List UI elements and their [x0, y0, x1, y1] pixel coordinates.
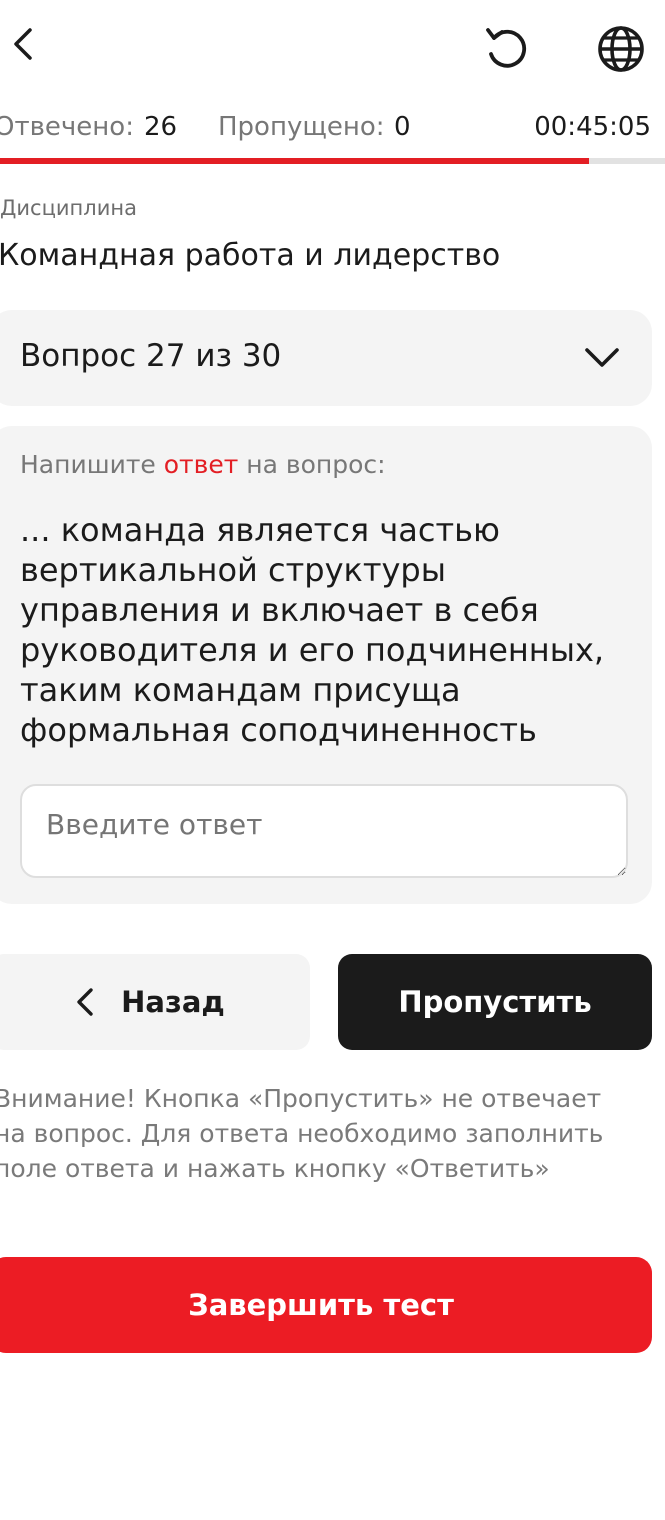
skip-label: Пропустить: [398, 985, 592, 1019]
prompt-text-after: на вопрос:: [238, 450, 386, 479]
question-card: Напишите ответ на вопрос: ... команда яв…: [0, 426, 652, 904]
skip-warning: Внимание! Кнопка «Пропустить» не отвечае…: [0, 1084, 604, 1183]
back-button[interactable]: [0, 20, 44, 68]
answer-input[interactable]: [20, 784, 628, 878]
finish-test-label: Завершить тест: [188, 1288, 454, 1322]
globe-icon: [598, 26, 644, 72]
skipped-count: 0: [394, 112, 411, 142]
back-nav-label: Назад: [121, 985, 225, 1019]
question-text: ... команда является частью вертикальной…: [20, 511, 605, 749]
discipline-label: Дисциплина: [0, 196, 137, 220]
skipped-label: Пропущено:: [218, 112, 385, 142]
chevron-left-icon: [14, 28, 32, 60]
discipline-name: Командная работа и лидерство: [0, 238, 501, 273]
question-selector[interactable]: Вопрос 27 из 30: [0, 310, 652, 406]
question-number: Вопрос 27 из 30: [20, 338, 282, 374]
timer: 00:45:05: [534, 112, 651, 142]
chevron-left-icon: [77, 988, 93, 1016]
reset-button[interactable]: [480, 22, 534, 76]
answered-label: Отвечено:: [0, 112, 134, 142]
answered-count: 26: [144, 112, 178, 142]
question-prompt: Напишите ответ на вопрос:: [20, 450, 386, 479]
prompt-text-before: Напишите: [20, 450, 164, 479]
rotate-ccw-icon: [486, 28, 527, 68]
back-nav-button[interactable]: Назад: [0, 954, 310, 1050]
progress-bar: [0, 158, 665, 164]
chevron-down-icon: [585, 348, 619, 367]
progress-fill: [0, 158, 589, 164]
finish-test-button[interactable]: Завершить тест: [0, 1257, 652, 1353]
stats-bar: Отвечено: 26 Пропущено: 0 00:45:05: [0, 108, 665, 148]
language-button[interactable]: [594, 22, 648, 76]
skip-button[interactable]: Пропустить: [338, 954, 652, 1050]
prompt-highlight: ответ: [163, 450, 239, 479]
